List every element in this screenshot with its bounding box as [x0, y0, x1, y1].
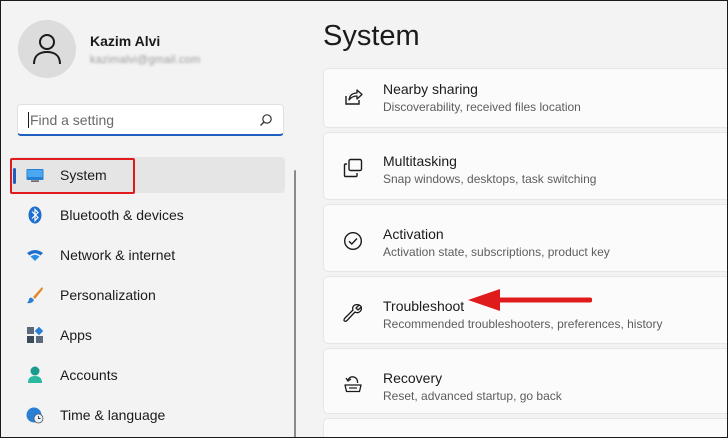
user-name: Kazim Alvi: [90, 32, 161, 49]
card-title: Troubleshoot: [383, 298, 465, 314]
sidebar-item-apps[interactable]: Apps: [10, 317, 285, 353]
sidebar-item-system[interactable]: System: [10, 157, 285, 193]
wrench-icon: [342, 302, 364, 324]
search-input[interactable]: [30, 111, 259, 128]
multitasking-icon: [342, 157, 364, 179]
user-profile[interactable]: Kazim Alvi kazimalvi@gmail.com: [18, 20, 200, 78]
sidebar-item-accounts[interactable]: Accounts: [10, 357, 285, 393]
apps-icon: [26, 326, 44, 344]
globe-clock-icon: [26, 406, 44, 424]
avatar: [18, 20, 76, 78]
sidebar-item-time-language[interactable]: Time & language: [10, 397, 285, 433]
sidebar-item-label: Accounts: [60, 367, 118, 383]
sidebar-item-label: Bluetooth & devices: [60, 207, 184, 223]
page-title: System: [323, 20, 420, 52]
card-description: Reset, advanced startup, go back: [383, 389, 562, 403]
recovery-icon: [342, 373, 364, 395]
search-icon[interactable]: [259, 113, 273, 127]
search-box[interactable]: [17, 104, 284, 136]
card-multitasking[interactable]: Multitasking Snap windows, desktops, tas…: [323, 132, 728, 200]
bluetooth-icon: [26, 206, 44, 224]
card-recovery[interactable]: Recovery Reset, advanced startup, go bac…: [323, 348, 728, 414]
wifi-icon: [26, 246, 44, 264]
card-description: Activation state, subscriptions, product…: [383, 245, 610, 259]
sidebar-item-label: Network & internet: [60, 247, 176, 263]
person-icon: [33, 34, 61, 65]
monitor-icon: [26, 166, 44, 184]
card-partial[interactable]: [323, 418, 728, 438]
person-icon: [26, 366, 44, 384]
card-title: Nearby sharing: [383, 81, 478, 97]
selection-indicator: [13, 168, 16, 184]
card-description: Recommended troubleshooters, preferences…: [383, 317, 663, 331]
card-activation[interactable]: Activation Activation state, subscriptio…: [323, 204, 728, 272]
sidebar-item-network[interactable]: Network & internet: [10, 237, 285, 273]
user-email: kazimalvi@gmail.com: [90, 53, 201, 66]
sidebar-item-bluetooth[interactable]: Bluetooth & devices: [10, 197, 285, 233]
card-description: Snap windows, desktops, task switching: [383, 172, 597, 186]
card-nearby-sharing[interactable]: Nearby sharing Discoverability, received…: [323, 68, 728, 128]
sidebar-item-label: Apps: [60, 327, 92, 343]
sidebar-nav: System Bluetooth & devices Network & int…: [10, 157, 285, 437]
card-title: Multitasking: [383, 153, 457, 169]
card-title: Activation: [383, 226, 444, 242]
sidebar-item-label: Personalization: [60, 287, 156, 303]
card-title: Recovery: [383, 370, 443, 386]
check-circle-icon: [342, 230, 364, 252]
text-caret: [28, 111, 29, 128]
sidebar-item-personalization[interactable]: Personalization: [10, 277, 285, 313]
sidebar: Kazim Alvi kazimalvi@gmail.com System: [0, 0, 300, 438]
sidebar-item-label: Time & language: [60, 407, 166, 423]
share-icon: [342, 86, 364, 108]
sidebar-item-label: System: [60, 167, 107, 183]
brush-icon: [26, 286, 44, 304]
sidebar-scrollbar[interactable]: [294, 170, 296, 438]
card-description: Discoverability, received files location: [383, 100, 581, 114]
annotation-arrow-icon: [468, 289, 592, 311]
